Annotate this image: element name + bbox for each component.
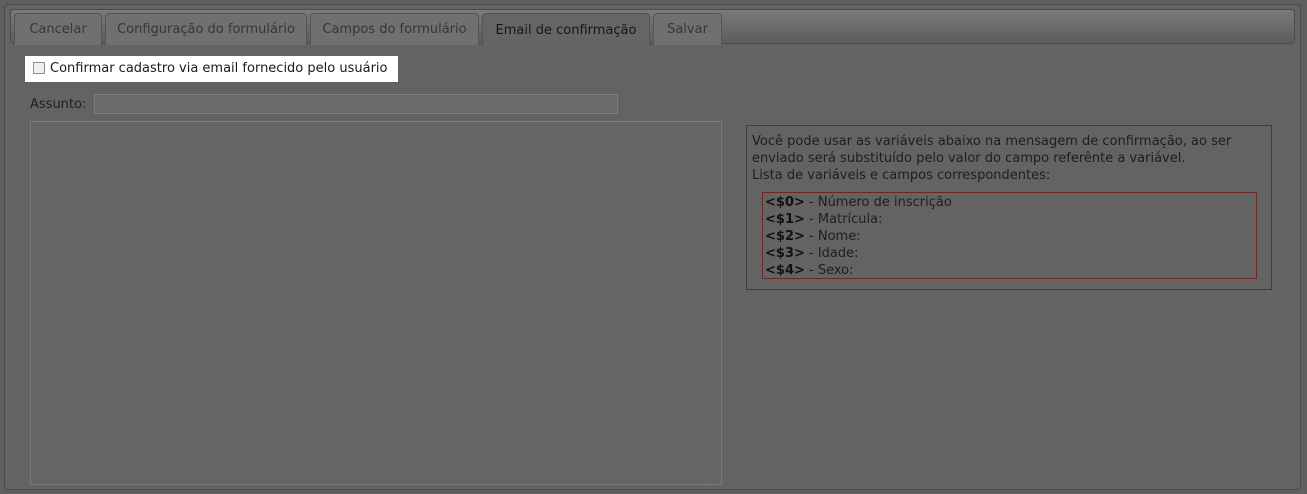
variable-desc: - Nome: xyxy=(804,229,861,244)
variable-item: <$4> - Sexo: xyxy=(765,263,854,278)
variable-desc: - Sexo: xyxy=(804,263,854,278)
tab-label: Salvar xyxy=(667,22,708,37)
confirm-email-label: Confirmar cadastro via email fornecido p… xyxy=(50,61,388,76)
variable-desc: - Matrícula: xyxy=(804,212,883,227)
variable-item: <$1> - Matrícula: xyxy=(765,212,882,227)
confirm-email-checkbox[interactable] xyxy=(33,62,45,74)
message-body-textarea[interactable]: ⋰ xyxy=(30,121,722,485)
info-text-line: Lista de variáveis e campos corresponden… xyxy=(752,168,1051,183)
resize-handle-icon[interactable]: ⋰ xyxy=(709,474,719,484)
tab-email-confirmacao[interactable]: Email de confirmação xyxy=(482,13,650,46)
variable-desc: - Número de inscrição xyxy=(804,195,952,210)
subject-input[interactable] xyxy=(94,94,618,114)
tab-label: Configuração do formulário xyxy=(117,22,295,37)
variable-item: <$3> - Idade: xyxy=(765,246,859,261)
variables-list: <$0> - Número de inscrição <$1> - Matríc… xyxy=(762,192,1257,279)
variable-code: <$1> xyxy=(765,212,805,227)
confirm-email-option[interactable]: Confirmar cadastro via email fornecido p… xyxy=(25,56,398,82)
info-text-line: enviado será substituído pelo valor do c… xyxy=(752,151,1186,166)
variables-info-panel: Você pode usar as variáveis abaixo na me… xyxy=(746,125,1272,290)
variable-code: <$4> xyxy=(765,263,805,278)
tab-label: Email de confirmação xyxy=(495,22,637,38)
variable-code: <$3> xyxy=(765,246,805,261)
tab-cancelar[interactable]: Cancelar xyxy=(14,13,102,45)
tab-salvar[interactable]: Salvar xyxy=(653,13,722,45)
variable-item: <$0> - Número de inscrição xyxy=(765,195,952,210)
subject-label: Assunto: xyxy=(30,97,87,112)
variable-item: <$2> - Nome: xyxy=(765,229,861,244)
variable-desc: - Idade: xyxy=(804,246,859,261)
tab-label: Campos do formulário xyxy=(322,22,467,37)
tab-configuracao[interactable]: Configuração do formulário xyxy=(105,13,307,45)
tab-campos[interactable]: Campos do formulário xyxy=(310,13,479,45)
variable-code: <$0> xyxy=(765,195,805,210)
tab-label: Cancelar xyxy=(29,22,87,37)
variable-code: <$2> xyxy=(765,229,805,244)
info-text-line: Você pode usar as variáveis abaixo na me… xyxy=(752,134,1232,149)
tab-bar: Cancelar Configuração do formulário Camp… xyxy=(10,9,1295,46)
